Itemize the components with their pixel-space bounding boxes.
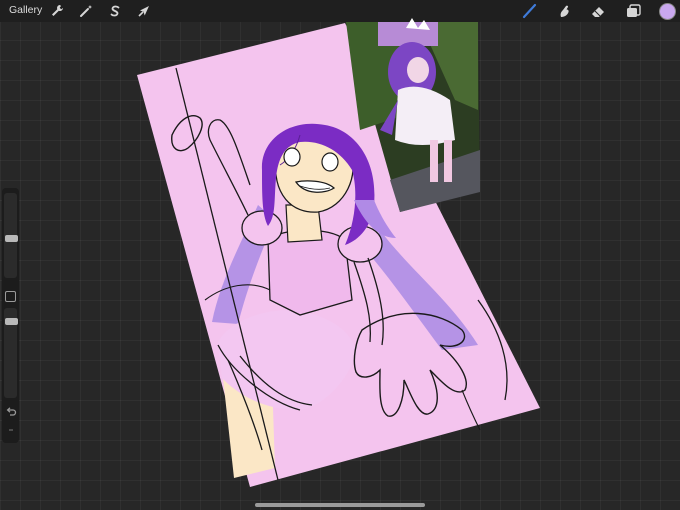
drawing-canvas[interactable] <box>0 0 680 510</box>
home-indicator <box>255 503 425 507</box>
